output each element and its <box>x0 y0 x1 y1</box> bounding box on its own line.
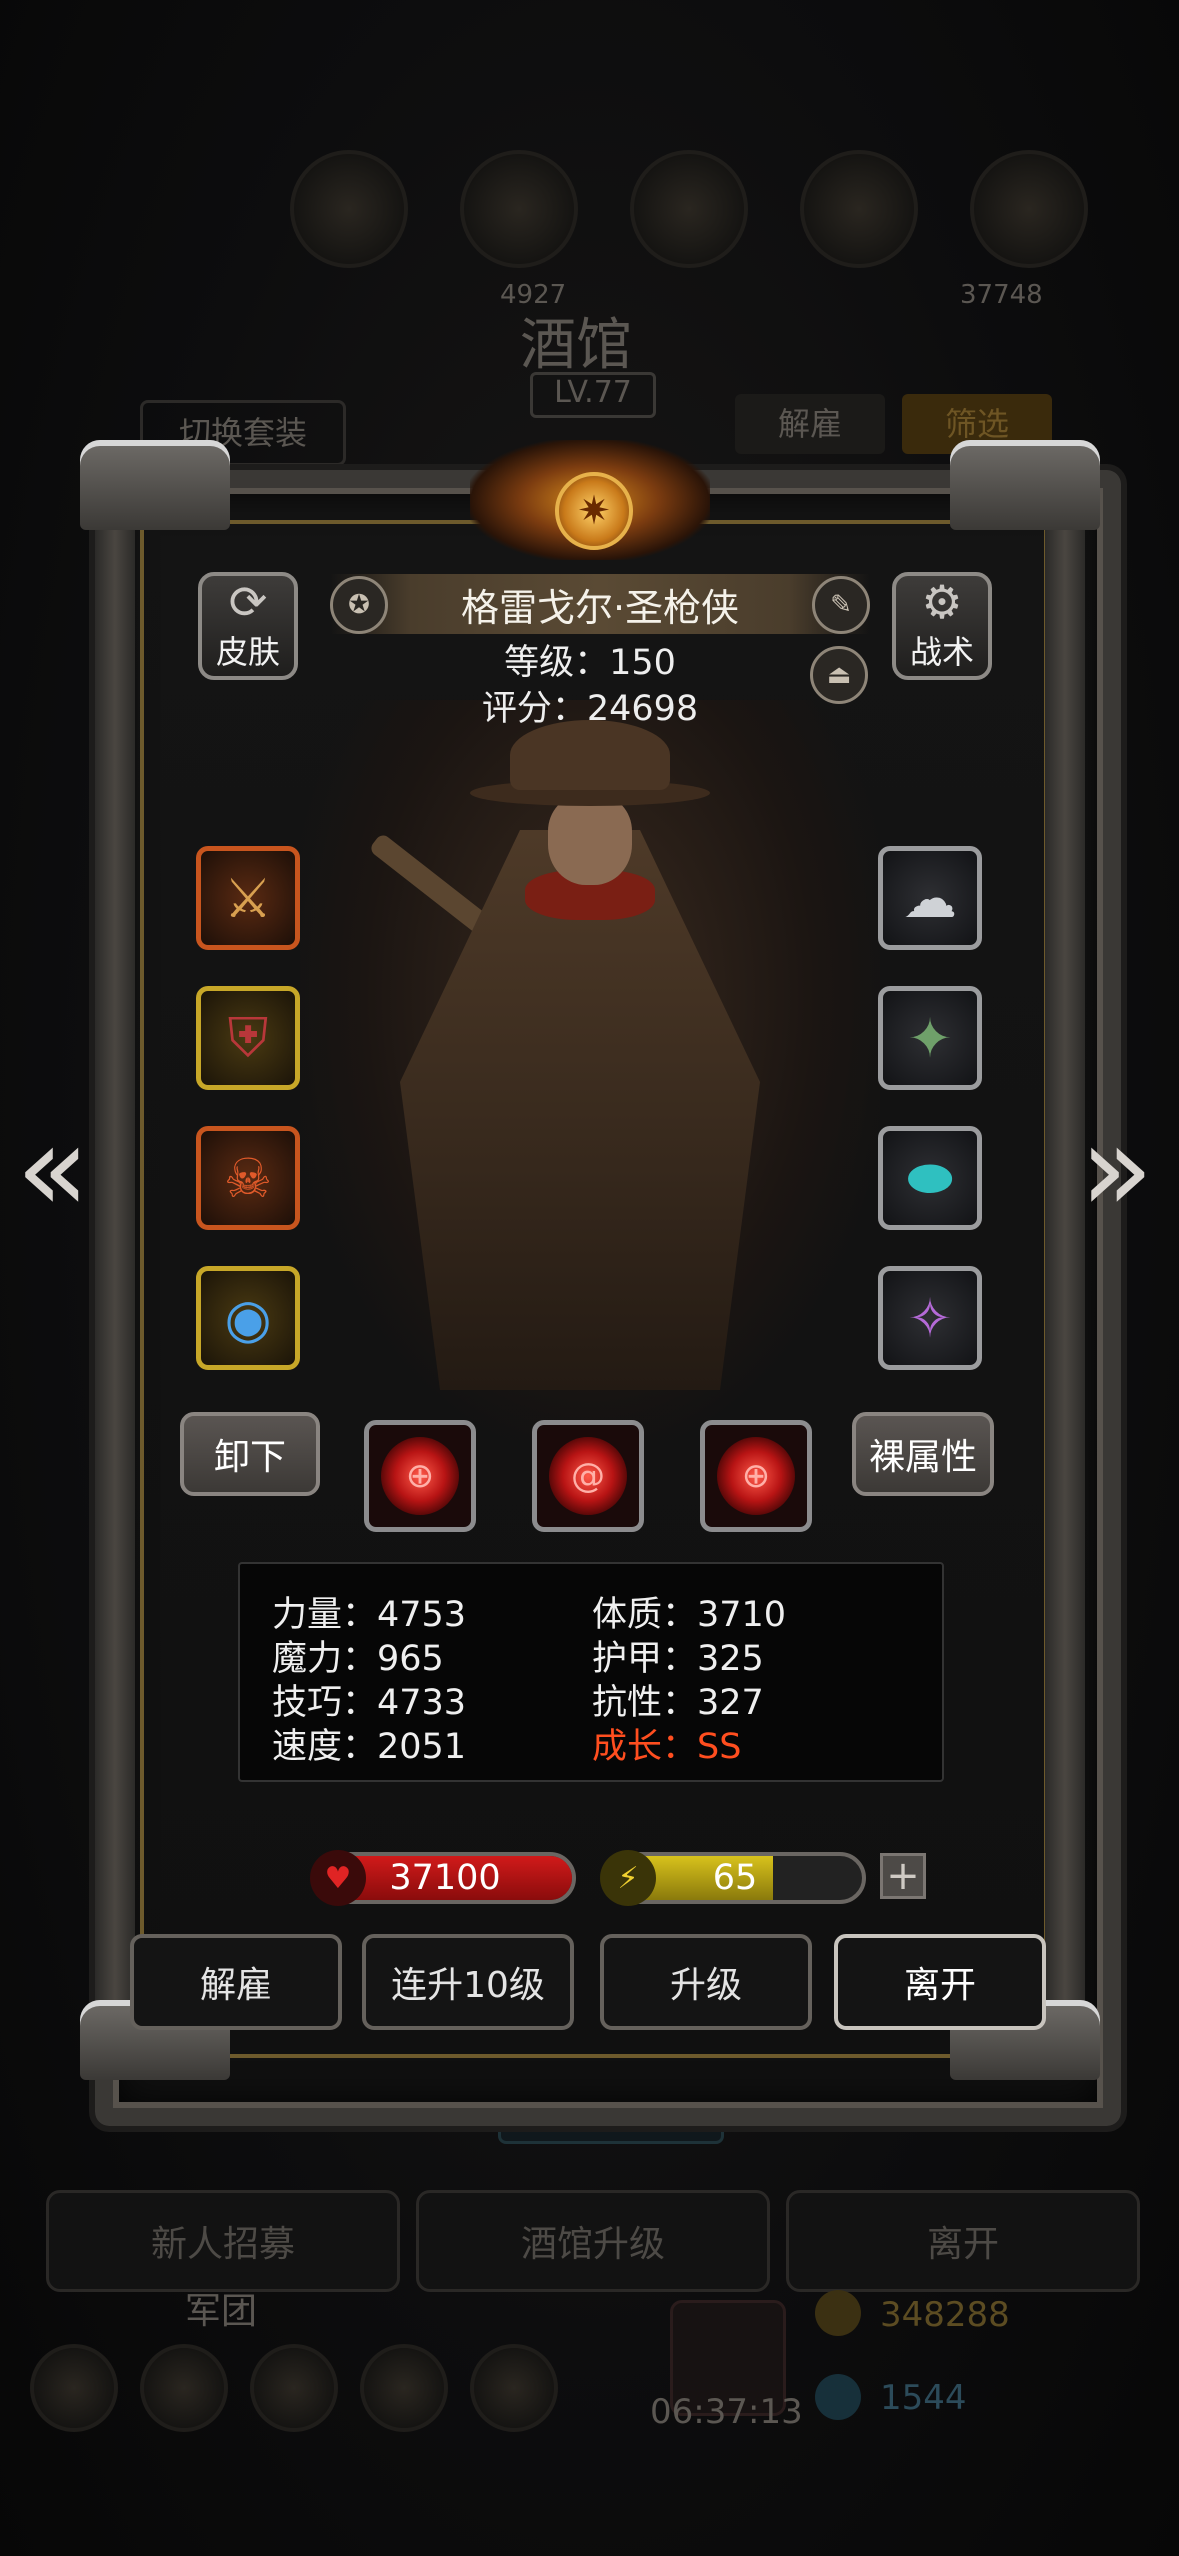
hero-score: 评分：24698 <box>481 689 699 729</box>
chevron-left-icon[interactable]: « <box>16 1110 89 1230</box>
bg-resource-icon <box>970 150 1088 268</box>
refresh-icon: ⟳ <box>228 575 268 629</box>
leave-button[interactable]: 离开 <box>834 1934 1046 2030</box>
ring-slot[interactable]: ◉ <box>196 1266 300 1370</box>
bg-menu-icon <box>140 2344 228 2432</box>
chest-armor-icon: ⛨ <box>227 1006 269 1069</box>
upload-icon[interactable]: ⏏ <box>810 646 868 704</box>
bg-menu-icon <box>30 2344 118 2432</box>
skin-button[interactable]: ⟳ 皮肤 <box>198 572 298 680</box>
clock: 06:37:13 <box>650 2392 803 2432</box>
skill-slot-2[interactable]: @ <box>532 1420 644 1532</box>
heart-icon: ♥ <box>310 1850 366 1906</box>
helm-slot[interactable]: ☠ <box>196 1126 300 1230</box>
stat-growth: 成长：SS <box>592 1727 742 1767</box>
bg-number: 37748 <box>960 280 1043 310</box>
dismiss-tab: 解雇 <box>735 394 885 454</box>
bg-leave-button: 离开 <box>786 2190 1140 2292</box>
star-emblem-icon: ✷ <box>555 472 633 550</box>
left-frame-rail <box>95 520 135 2080</box>
level-up-button[interactable]: 升级 <box>600 1934 812 2030</box>
tactics-label: 战术 <box>909 633 974 671</box>
tavern-level: LV.77 <box>530 372 656 418</box>
target-icon: ⊕ <box>381 1437 459 1515</box>
medal-icon[interactable]: ✪ <box>330 576 388 634</box>
armor-slot[interactable]: ⛨ <box>196 986 300 1090</box>
bg-menu-icon <box>250 2344 338 2432</box>
hero-face-art <box>548 795 632 885</box>
accessory-slot-crystal[interactable]: ✦ <box>878 986 982 1090</box>
ring-icon: ◉ <box>224 1286 272 1350</box>
crosshair-icon: ⊕ <box>717 1437 795 1515</box>
base-stats-button[interactable]: 裸属性 <box>852 1412 994 1496</box>
add-energy-button[interactable]: + <box>880 1853 926 1899</box>
tavern-title: 酒馆 <box>520 313 632 378</box>
stat-speed: 速度：2051 <box>272 1727 467 1767</box>
skin-label: 皮肤 <box>215 633 280 671</box>
bg-resource-icon <box>460 150 578 268</box>
gold-amount: 348288 <box>880 2295 1010 2335</box>
guild-label: 军团 <box>185 2291 258 2332</box>
frame-corner <box>950 440 1100 530</box>
flintlock-icon: ⚔ <box>223 866 273 930</box>
gem-amount: 1544 <box>880 2378 967 2418</box>
turquoise-gem-icon: ⬬ <box>906 1146 954 1209</box>
chevron-right-icon[interactable]: » <box>1080 1110 1153 1230</box>
hero-level: 等级：150 <box>504 643 676 683</box>
lantern-icon: ✧ <box>907 1286 953 1350</box>
accessory-slot-cloud[interactable]: ☁ <box>878 846 982 950</box>
frame-corner <box>80 440 230 530</box>
accessory-slot-lantern[interactable]: ✧ <box>878 1266 982 1370</box>
bg-resource-icon <box>630 150 748 268</box>
bg-number: 4927 <box>500 280 567 310</box>
edit-name-icon[interactable]: ✎ <box>812 576 870 634</box>
unequip-button[interactable]: 卸下 <box>180 1412 320 1496</box>
recruit-button: 新人招募 <box>46 2190 400 2292</box>
bg-menu-icon <box>360 2344 448 2432</box>
tactics-button[interactable]: ⚙ 战术 <box>892 572 992 680</box>
cloud-orb-icon: ☁ <box>903 866 957 930</box>
dismiss-button[interactable]: 解雇 <box>130 1934 342 2030</box>
upgrade-tavern-button: 酒馆升级 <box>416 2190 770 2292</box>
hero-name: 格雷戈尔·圣枪侠 <box>330 574 870 634</box>
gold-icon <box>815 2290 861 2336</box>
weapon-slot[interactable]: ⚔ <box>196 846 300 950</box>
lightning-icon: ⚡ <box>600 1850 656 1906</box>
accessory-slot-gem[interactable]: ⬬ <box>878 1126 982 1230</box>
bg-resource-icon <box>800 150 918 268</box>
skill-slot-1[interactable]: ⊕ <box>364 1420 476 1532</box>
gem-icon <box>815 2374 861 2420</box>
bg-resource-icon <box>290 150 408 268</box>
crystal-icon: ✦ <box>907 1006 953 1070</box>
swirl-icon: @ <box>549 1437 627 1515</box>
gear-icon: ⚙ <box>921 575 963 629</box>
demon-mask-icon: ☠ <box>223 1146 273 1210</box>
level-up-10-button[interactable]: 连升10级 <box>362 1934 574 2030</box>
skill-slot-3[interactable]: ⊕ <box>700 1420 812 1532</box>
bg-menu-icon <box>470 2344 558 2432</box>
right-frame-rail <box>1045 520 1085 2080</box>
